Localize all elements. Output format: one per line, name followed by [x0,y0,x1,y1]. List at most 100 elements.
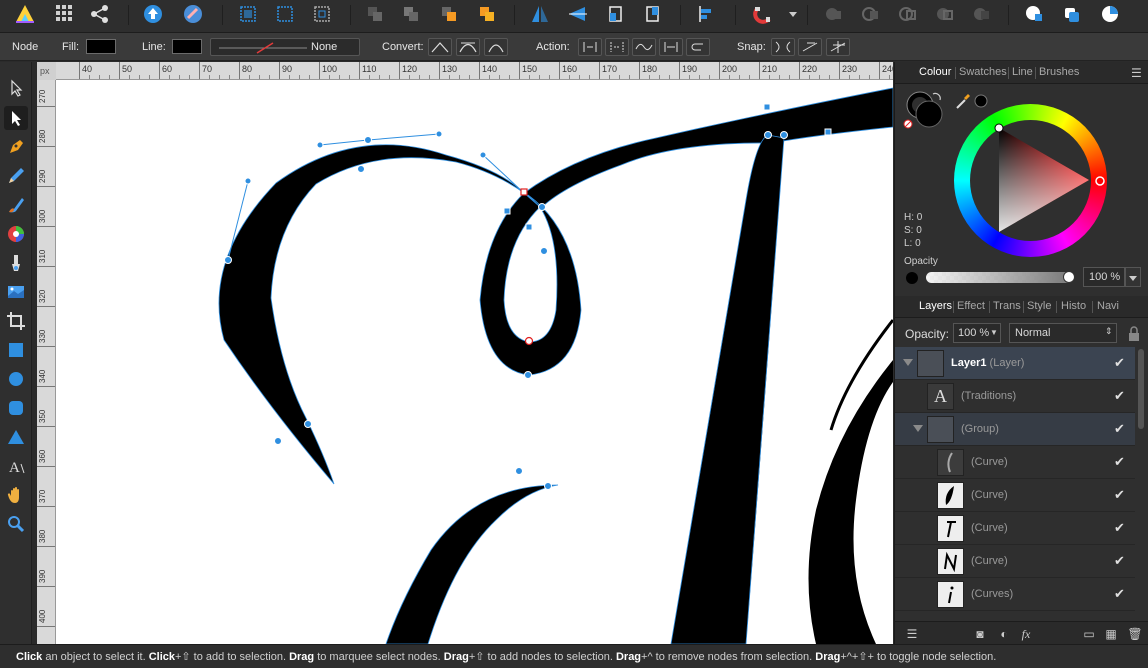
rounded-rectangle-tool-icon[interactable] [4,396,28,420]
select-all-icon[interactable] [235,2,261,26]
export-persona-icon[interactable] [180,2,206,26]
rectangle-tool-icon[interactable] [4,338,28,362]
snap-to-curve-button[interactable] [798,38,822,56]
node-tool-icon[interactable] [4,106,28,130]
snap-to-geometry-button[interactable] [826,38,850,56]
curve-1-visibility-check-icon[interactable]: ✔ [1114,454,1128,469]
opacity-slider[interactable] [926,271,1075,283]
smooth-curve-button[interactable] [632,38,656,56]
close-curve-button[interactable] [605,38,629,56]
zoom-tool-icon[interactable] [4,512,28,536]
persona-grid-icon[interactable] [51,2,77,26]
pencil-tool-icon[interactable] [4,164,28,188]
boolean-add-icon[interactable] [821,2,847,26]
tab-brushes[interactable]: Brushes [1039,66,1079,78]
colour-triangle[interactable] [954,104,1107,257]
layer-row-curve-3[interactable]: (Curve) ✔ [895,512,1135,545]
arrange-front-icon[interactable] [474,2,500,26]
layers-scrollbar[interactable] [1138,349,1144,429]
curve-4-visibility-check-icon[interactable]: ✔ [1114,553,1128,568]
align-icon[interactable] [693,2,719,26]
tab-histo[interactable]: Histo [1061,300,1086,312]
layer1-visibility-check-icon[interactable]: ✔ [1114,355,1128,370]
layer-opacity-input[interactable]: 100 % ▼ [953,323,1001,343]
fill-swatch[interactable] [86,39,116,54]
boolean-divide-icon[interactable] [969,2,995,26]
flip-horizontal-icon[interactable] [527,2,553,26]
pixel-persona-icon[interactable] [140,2,166,26]
invert-selection-icon[interactable] [309,2,335,26]
triangle-tool-icon[interactable] [4,425,28,449]
blend-mode-select[interactable]: Normal ⇕ [1009,323,1117,343]
traditions-visibility-check-icon[interactable]: ✔ [1114,388,1128,403]
layer-row-curve-1[interactable]: (Curve) ✔ [895,446,1135,479]
layer-row-group[interactable]: (Group) ✔ [895,413,1135,446]
ellipse-tool-icon[interactable] [4,367,28,391]
snapping-dropdown-chevron-icon[interactable] [780,2,797,26]
tab-line[interactable]: Line [1012,66,1033,78]
tab-swatches[interactable]: Swatches [959,66,1007,78]
panel-menu-icon[interactable]: ☰ [1131,66,1142,80]
select-none-icon[interactable] [272,2,298,26]
snapping-magnet-icon[interactable] [750,2,776,26]
layer-row-traditions[interactable]: A (Traditions) ✔ [895,380,1135,413]
opacity-input[interactable]: 100 % [1083,267,1125,287]
opacity-slider-handle[interactable] [1063,271,1075,283]
speech-bubble-icon[interactable] [1021,2,1047,26]
convert-smooth-button[interactable] [456,38,480,56]
vector-brush-tool-icon[interactable] [4,193,28,217]
fill-stroke-swatch-icon[interactable] [903,90,947,132]
insert-target-icon[interactable] [1059,2,1085,26]
move-tool-icon[interactable] [4,76,28,100]
expand-group-chevron-icon[interactable] [913,425,923,432]
opacity-dropdown-chevron-icon[interactable] [1125,267,1141,287]
fx-icon[interactable]: fx [1017,627,1035,643]
pen-tool-icon[interactable] [4,135,28,159]
line-style-dropdown[interactable]: None [210,38,360,56]
crop-tool-icon[interactable] [4,309,28,333]
layer-row-curves[interactable]: (Curves) ✔ [895,578,1135,611]
boolean-intersect-icon[interactable] [895,2,921,26]
trash-icon[interactable]: 🗑 [1126,627,1144,643]
rotate-right-icon[interactable] [640,2,666,26]
artwork-svg[interactable] [56,80,893,644]
expand-layer1-chevron-icon[interactable] [903,359,913,366]
join-curves-button[interactable] [659,38,683,56]
flip-vertical-icon[interactable] [565,2,591,26]
fill-tool-icon[interactable] [4,251,28,275]
convert-sharp-button[interactable] [428,38,452,56]
group-visibility-check-icon[interactable]: ✔ [1114,421,1128,436]
layer-row-curve-2[interactable]: (Curve) ✔ [895,479,1135,512]
curve-2-visibility-check-icon[interactable]: ✔ [1114,487,1128,502]
layer-row-layer1[interactable]: Layer1 (Layer) ✔ [895,347,1135,380]
layer-row-curve-4[interactable]: (Curve) ✔ [895,545,1135,578]
group-layers-icon[interactable]: ▦ [1102,627,1120,643]
layers-stack-icon[interactable]: ☰ [903,627,921,643]
mask-icon[interactable]: ◙ [971,627,989,643]
artistic-text-tool-icon[interactable]: A [4,454,28,478]
colour-picker-tool-icon[interactable] [4,222,28,246]
share-icon[interactable] [87,2,113,26]
lock-icon[interactable] [1127,326,1141,342]
view-hand-tool-icon[interactable] [4,483,28,507]
boolean-subtract-icon[interactable] [858,2,884,26]
arrange-back-icon[interactable] [362,2,388,26]
horizontal-ruler[interactable]: 40 50 60 70 80 90 100 110 120 130 140 150 160 170 180 1… [56,62,893,80]
curves-visibility-check-icon[interactable]: ✔ [1114,586,1128,601]
arrange-backward-icon[interactable] [398,2,424,26]
line-swatch[interactable] [172,39,202,54]
tab-effect[interactable]: Effect [957,300,985,312]
arrange-forward-icon[interactable] [436,2,462,26]
place-image-tool-icon[interactable] [4,280,28,304]
curve-3-visibility-check-icon[interactable]: ✔ [1114,520,1128,535]
reverse-curve-button[interactable] [686,38,710,56]
tab-trans[interactable]: Trans [993,300,1021,312]
snap-to-nodes-button[interactable] [771,38,795,56]
break-curve-button[interactable] [578,38,602,56]
tab-navi[interactable]: Navi [1097,300,1119,312]
tab-style[interactable]: Style [1027,300,1051,312]
new-layer-icon[interactable]: ▭ [1080,627,1098,643]
tab-layers[interactable]: Layers [919,300,952,312]
boolean-xor-icon[interactable] [932,2,958,26]
vertical-ruler[interactable]: 270 280 290 300 310 320 330 340 350 360 370 380 390 4… [37,80,56,644]
